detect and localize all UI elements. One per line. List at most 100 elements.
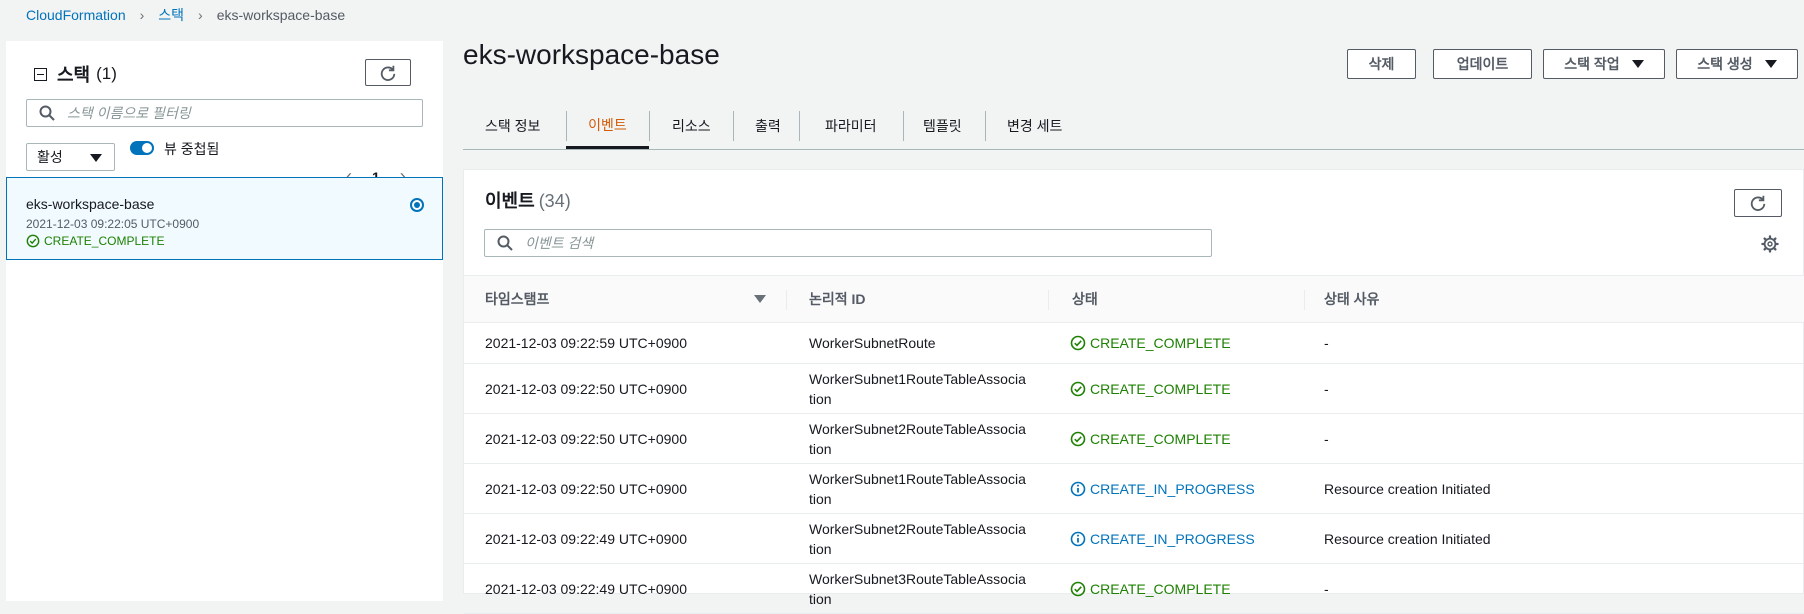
tab-divider [733, 111, 734, 141]
event-timestamp: 2021-12-03 09:22:50 UTC+0900 [485, 480, 687, 497]
table-row: 2021-12-03 09:22:50 UTC+0900 WorkerSubne… [464, 364, 1804, 414]
stack-search-input[interactable] [65, 104, 422, 122]
info-icon [1070, 481, 1086, 496]
tab-divider [985, 111, 986, 141]
stack-list-panel: 스택 (1) 활성 뷰 중첩됨 ‹ 1 › eks-workspace-base… [6, 41, 443, 601]
delete-button[interactable]: 삭제 [1347, 49, 1416, 79]
event-timestamp: 2021-12-03 09:22:50 UTC+0900 [485, 430, 687, 447]
events-search-input[interactable] [523, 234, 1211, 252]
col-divider [786, 290, 787, 310]
event-logical-id: WorkerSubnet2RouteTableAssocia tion [809, 520, 1026, 557]
stack-count: (1) [96, 64, 117, 83]
refresh-icon [1750, 195, 1766, 211]
col-divider [1048, 290, 1049, 310]
stack-list-header: 스택 (1) [34, 61, 117, 87]
caret-down-icon [1764, 60, 1777, 68]
delete-button-label: 삭제 [1368, 56, 1395, 72]
event-reason: Resource creation Initiated [1324, 480, 1491, 497]
success-icon [1070, 431, 1086, 446]
detail-tabs: 스택 정보 이벤트 리소스 출력 파라미터 템플릿 변경 세트 [463, 103, 1804, 150]
event-reason: - [1324, 335, 1329, 351]
page-title: eks-workspace-base [463, 39, 720, 70]
event-logical-id: WorkerSubnetRoute [809, 335, 936, 351]
caret-down-icon [1631, 60, 1644, 68]
event-timestamp: 2021-12-03 09:22:50 UTC+0900 [485, 380, 687, 397]
stack-status-filter[interactable]: 활성 [26, 143, 115, 171]
event-reason: Resource creation Initiated [1324, 530, 1491, 547]
stack-search-field[interactable] [26, 99, 423, 127]
stack-select-radio[interactable] [410, 198, 424, 212]
col-logical-id[interactable]: 논리적 ID [809, 276, 866, 322]
stack-status-filter-value: 활성 [37, 149, 63, 165]
table-row: 2021-12-03 09:22:50 UTC+0900 WorkerSubne… [464, 414, 1804, 464]
refresh-icon [380, 65, 396, 81]
event-status-text: CREATE_COMPLETE [1090, 380, 1231, 397]
events-count: (34) [538, 191, 571, 211]
event-status-text: CREATE_COMPLETE [1090, 580, 1231, 597]
success-icon [1070, 581, 1086, 596]
event-status-text: CREATE_IN_PROGRESS [1090, 480, 1255, 497]
col-timestamp[interactable]: 타임스탬프 [485, 276, 549, 322]
nested-view-label: 뷰 중첩됨 [164, 141, 220, 157]
tab-events[interactable]: 이벤트 [566, 103, 649, 149]
event-status: CREATE_COMPLETE [1070, 431, 1231, 447]
event-logical-id: WorkerSubnet3RouteTableAssocia tion [809, 570, 1026, 607]
success-icon [1070, 381, 1086, 396]
collapse-icon[interactable] [34, 67, 47, 81]
event-timestamp: 2021-12-03 09:22:59 UTC+0900 [485, 335, 687, 351]
info-icon [1070, 531, 1086, 546]
breadcrumb-current: eks-workspace-base [216, 7, 346, 23]
success-icon [26, 234, 40, 248]
event-logical-id: WorkerSubnet1RouteTableAssocia tion [809, 370, 1026, 407]
tab-divider [649, 111, 650, 141]
caret-down-icon [90, 154, 102, 162]
event-status: CREATE_COMPLETE [1070, 381, 1231, 397]
event-status-text: CREATE_COMPLETE [1090, 335, 1231, 351]
event-status-text: CREATE_IN_PROGRESS [1090, 530, 1255, 547]
events-header: 이벤트 (34) [485, 187, 571, 213]
event-timestamp: 2021-12-03 09:22:49 UTC+0900 [485, 580, 687, 597]
event-status: CREATE_COMPLETE [1070, 581, 1231, 597]
event-reason: - [1324, 430, 1329, 447]
event-logical-id: WorkerSubnet1RouteTableAssocia tion [809, 470, 1026, 507]
update-button-label: 업데이트 [1456, 56, 1509, 72]
update-button[interactable]: 업데이트 [1433, 49, 1532, 79]
stack-item-time: 2021-12-03 09:22:05 UTC+0900 [26, 217, 200, 231]
table-row: 2021-12-03 09:22:50 UTC+0900 WorkerSubne… [464, 464, 1804, 514]
create-stack-button[interactable]: 스택 생성 [1676, 49, 1798, 79]
tab-outputs[interactable]: 출력 [755, 103, 781, 149]
tab-stack-info[interactable]: 스택 정보 [485, 103, 540, 149]
events-refresh-button[interactable] [1734, 189, 1782, 217]
stack-refresh-button[interactable] [365, 59, 411, 86]
stack-actions-button[interactable]: 스택 작업 [1543, 49, 1665, 79]
event-status-text: CREATE_COMPLETE [1090, 430, 1231, 447]
search-icon [39, 105, 55, 121]
event-timestamp: 2021-12-03 09:22:49 UTC+0900 [485, 530, 687, 547]
events-title: 이벤트 [485, 191, 535, 211]
stack-item[interactable]: eks-workspace-base 2021-12-03 09:22:05 U… [6, 177, 443, 260]
table-row: 2021-12-03 09:22:59 UTC+0900 WorkerSubne… [464, 323, 1804, 364]
tab-divider [799, 111, 800, 141]
col-status[interactable]: 상태 [1072, 276, 1098, 322]
table-row: 2021-12-03 09:22:49 UTC+0900 WorkerSubne… [464, 564, 1804, 614]
breadcrumb-stacks[interactable]: 스택 [158, 5, 184, 25]
breadcrumb-cloudformation[interactable]: CloudFormation [26, 7, 126, 23]
search-icon [497, 235, 513, 251]
sort-desc-icon[interactable] [754, 295, 766, 303]
nested-view-toggle[interactable] [130, 141, 154, 155]
col-status-reason[interactable]: 상태 사유 [1324, 276, 1379, 322]
breadcrumb: CloudFormation › 스택 › eks-workspace-base [26, 5, 345, 25]
tab-change-sets[interactable]: 변경 세트 [1007, 103, 1062, 149]
tab-resources[interactable]: 리소스 [672, 103, 711, 149]
events-table-header: 타임스탬프 논리적 ID 상태 상태 사유 [464, 275, 1804, 323]
gear-icon[interactable] [1761, 235, 1779, 253]
events-panel: 이벤트(34) 타임스탬프 논리적 ID 상태 상태 사유 2021-12-03… [463, 169, 1804, 614]
event-status: CREATE_IN_PROGRESS [1070, 531, 1255, 547]
success-icon [1070, 335, 1086, 351]
tab-template[interactable]: 템플릿 [923, 103, 962, 149]
tab-divider [903, 111, 904, 141]
stack-item-status: CREATE_COMPLETE [26, 234, 164, 248]
event-status: CREATE_IN_PROGRESS [1070, 481, 1255, 497]
events-search-field[interactable] [484, 229, 1212, 257]
tab-parameters[interactable]: 파라미터 [825, 103, 877, 149]
